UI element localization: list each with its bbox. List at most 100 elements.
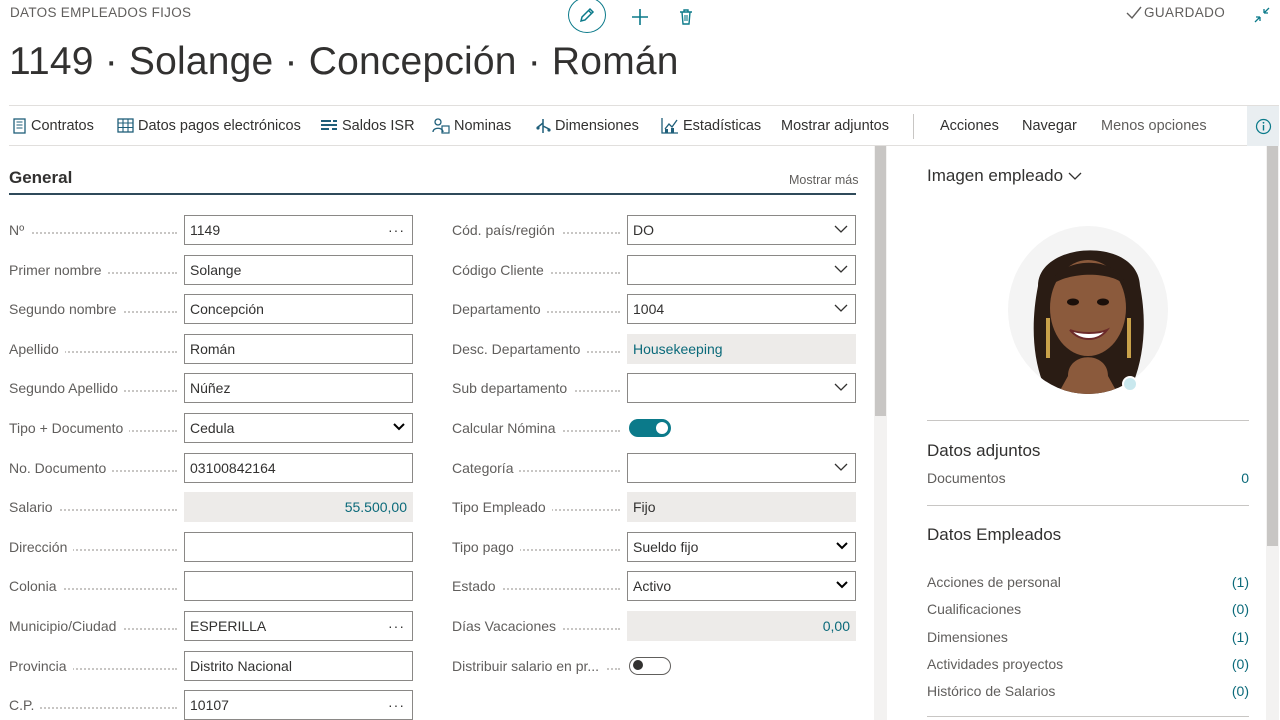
- contracts-icon: [13, 117, 26, 134]
- text-field[interactable]: [184, 531, 413, 562]
- collapse-icon[interactable]: [1253, 6, 1271, 24]
- field-label: Estado: [452, 578, 620, 595]
- factbox-employee-item[interactable]: Actividades proyectos (0): [927, 656, 1249, 672]
- employee-item-count[interactable]: (0): [1232, 656, 1249, 672]
- factbox-employee-item[interactable]: Histórico de Salarios (0): [927, 683, 1249, 699]
- info-button[interactable]: [1247, 106, 1279, 146]
- field-value: Concepción: [190, 301, 264, 318]
- toggle-knob: [633, 660, 643, 671]
- scrollbar-thumb[interactable]: [875, 146, 886, 416]
- factbox-attachment-item[interactable]: Documentos 0: [927, 470, 1249, 486]
- text-field[interactable]: 03100842164: [184, 452, 413, 483]
- toggle-switch[interactable]: [629, 656, 671, 675]
- field-value: Sueldo fijo: [633, 538, 699, 555]
- readonly-field[interactable]: Housekeeping: [627, 333, 856, 364]
- employee-item-count[interactable]: (0): [1232, 683, 1249, 699]
- factbox-divider: [927, 505, 1249, 506]
- trash-icon: [680, 9, 692, 25]
- dropdown-field[interactable]: Cedula: [184, 413, 413, 443]
- action-nominas[interactable]: Nominas: [432, 106, 511, 145]
- factbox-employee-item[interactable]: Cualificaciones (0): [927, 601, 1249, 617]
- saved-status: GUARDADO: [1126, 5, 1225, 20]
- lookup-ellipsis-icon[interactable]: ···: [388, 222, 405, 238]
- field-label: Provincia: [9, 657, 177, 674]
- factbox-employee-title[interactable]: Datos Empleados: [927, 525, 1061, 545]
- action-label: Nominas: [454, 117, 512, 134]
- field-label: Calcular Nómina: [452, 420, 620, 436]
- field-label-text: Código Cliente: [452, 261, 550, 278]
- dropdown-field[interactable]: Sueldo fijo: [627, 531, 856, 562]
- dropdown-field[interactable]: Activo: [627, 571, 856, 602]
- field-label-text: Calcular Nómina: [452, 420, 562, 436]
- factbox-image-title-text: Imagen empleado: [927, 166, 1064, 185]
- field-value: Cedula: [190, 420, 235, 436]
- action-label: Navegar: [1022, 117, 1077, 134]
- section-title-general[interactable]: General: [9, 168, 72, 188]
- dropdown-field[interactable]: DO: [627, 215, 856, 245]
- page-title: 1149 · Solange · Concepción · Román: [9, 40, 679, 83]
- action-navegar[interactable]: Navegar: [1022, 106, 1077, 145]
- delete-button[interactable]: [674, 5, 698, 29]
- employee-item-count[interactable]: (1): [1232, 629, 1249, 645]
- field-value: Román: [190, 340, 236, 357]
- employee-photo[interactable]: [1008, 226, 1168, 394]
- add-button[interactable]: [628, 5, 652, 29]
- field-label: Nº: [9, 222, 177, 238]
- action-contratos[interactable]: Contratos: [12, 106, 94, 145]
- action-label: Mostrar adjuntos: [781, 117, 889, 134]
- action-dimensiones[interactable]: Dimensiones: [536, 106, 639, 145]
- action-estadisticas[interactable]: Estadísticas: [661, 106, 761, 145]
- dropdown-field[interactable]: [627, 452, 856, 483]
- field-label-text: Desc. Departamento: [452, 340, 587, 357]
- field-value: Solange: [190, 261, 242, 278]
- employee-item-count[interactable]: (0): [1232, 601, 1249, 617]
- factbox-attachments-title[interactable]: Datos adjuntos: [927, 441, 1040, 461]
- factbox-scrollbar[interactable]: [1266, 146, 1279, 720]
- field-label: Dirección: [9, 538, 177, 555]
- lookup-field[interactable]: 10107 ···: [184, 690, 413, 720]
- main-scrollbar[interactable]: [874, 146, 887, 720]
- field-label-text: Nº: [9, 222, 31, 238]
- field-label-text: Segundo nombre: [9, 301, 123, 318]
- edit-button[interactable]: [568, 0, 606, 33]
- text-field[interactable]: Distrito Nacional: [184, 650, 413, 681]
- lookup-field[interactable]: ESPERILLA ···: [184, 611, 413, 641]
- factbox-image-title[interactable]: Imagen empleado: [927, 166, 1082, 186]
- action-label: Estadísticas: [683, 117, 762, 134]
- dimensions-icon: [536, 118, 551, 133]
- employee-item-count[interactable]: (1): [1232, 574, 1249, 590]
- text-field[interactable]: Concepción: [184, 294, 413, 325]
- chevron-down-icon: [834, 383, 848, 392]
- action-menos-opciones[interactable]: Menos opciones: [1101, 106, 1207, 145]
- lookup-field[interactable]: 1149 ···: [184, 215, 413, 245]
- field-label-text: Departamento: [452, 301, 547, 318]
- plus-icon: [632, 9, 648, 25]
- action-bar: Contratos Datos pagos electrónicos Saldo…: [9, 105, 1279, 146]
- field-label: Municipio/Ciudad: [9, 618, 177, 634]
- lookup-ellipsis-icon[interactable]: ···: [388, 697, 405, 713]
- text-field[interactable]: [184, 571, 413, 602]
- action-acciones[interactable]: Acciones: [940, 106, 999, 145]
- text-field[interactable]: Núñez: [184, 373, 413, 404]
- dropdown-field[interactable]: 1004: [627, 294, 856, 325]
- toggle-switch[interactable]: [629, 419, 671, 437]
- dropdown-field[interactable]: [627, 373, 856, 404]
- scrollbar-thumb[interactable]: [1267, 146, 1278, 546]
- text-field[interactable]: Solange: [184, 254, 413, 285]
- field-label-text: Días Vacaciones: [452, 618, 563, 634]
- action-mostrar-adjuntos[interactable]: Mostrar adjuntos: [781, 106, 889, 145]
- action-saldos-isr[interactable]: Saldos ISR: [320, 106, 415, 145]
- field-label-text: Estado: [452, 578, 502, 595]
- factbox-employee-item[interactable]: Acciones de personal (1): [927, 574, 1249, 590]
- lookup-ellipsis-icon[interactable]: ···: [388, 618, 405, 634]
- factbox-divider: [927, 716, 1249, 717]
- saved-label: GUARDADO: [1144, 5, 1226, 20]
- text-field[interactable]: Román: [184, 333, 413, 364]
- factbox-employee-item[interactable]: Dimensiones (1): [927, 629, 1249, 645]
- field-value: Núñez: [190, 380, 231, 397]
- action-datos-pagos[interactable]: Datos pagos electrónicos: [117, 106, 301, 145]
- show-more-link[interactable]: Mostrar más: [789, 173, 858, 187]
- attachment-count[interactable]: 0: [1241, 470, 1249, 486]
- dropdown-field[interactable]: [627, 254, 856, 285]
- top-actions: [568, 0, 698, 34]
